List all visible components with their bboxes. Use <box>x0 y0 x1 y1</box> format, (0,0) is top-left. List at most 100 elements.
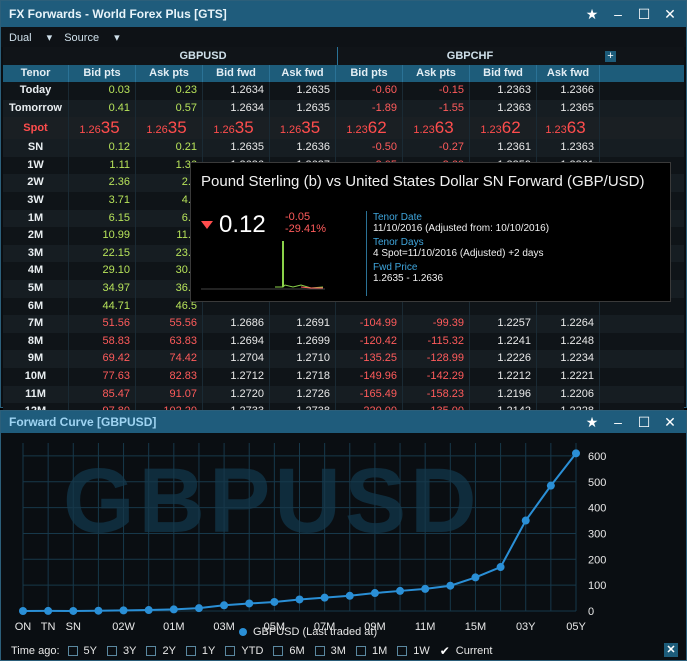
close-panel-icon[interactable]: ✕ <box>664 643 678 657</box>
quote-cell[interactable]: 1.2363 <box>537 139 600 157</box>
quote-cell[interactable]: -0.15 <box>403 82 470 100</box>
quote-cell[interactable]: 1.2710 <box>270 350 336 368</box>
table-row[interactable]: Tomorrow 0.41 0.57 1.2634 1.2635 -1.89 -1.55 1.… <box>3 99 684 118</box>
quote-cell[interactable]: 1.2361 <box>470 139 537 157</box>
quote-cell[interactable]: -0.27 <box>403 139 470 157</box>
quote-cell[interactable]: 1.2248 <box>537 332 600 351</box>
time-ago-option[interactable]: ✔ Current <box>440 644 493 658</box>
quote-cell[interactable]: 1.2196 <box>470 385 537 404</box>
checkbox[interactable] <box>355 646 366 656</box>
checkbox[interactable] <box>67 646 78 656</box>
quote-cell[interactable]: -149.96 <box>336 367 403 386</box>
time-ago-option[interactable]: 1M <box>355 645 387 657</box>
table-row[interactable]: 11M 85.47 91.07 1.2720 1.2726 -165.49 -158.23 1… <box>3 385 684 404</box>
table-row[interactable]: 8M 58.83 63.83 1.2694 1.2699 -120.42 -115.32 1.… <box>3 332 684 351</box>
quote-cell[interactable]: -128.99 <box>403 350 470 368</box>
data-point[interactable] <box>169 605 178 614</box>
data-point[interactable] <box>496 563 505 572</box>
time-ago-option[interactable]: 5Y <box>67 645 97 657</box>
quote-cell[interactable]: -142.29 <box>403 367 470 386</box>
column-header[interactable]: Ask fwd <box>537 65 600 82</box>
forward-curve-chart[interactable]: 0100200300400500600ON TN SN 02W 01M 03M 05M 07M… <box>1 433 686 633</box>
quote-cell[interactable]: -115.32 <box>403 332 470 351</box>
data-point[interactable] <box>370 589 379 598</box>
column-header[interactable]: Bid fwd <box>470 65 537 82</box>
data-point[interactable] <box>546 481 555 490</box>
column-header[interactable]: Bid pts <box>336 65 403 82</box>
quote-cell[interactable]: 1.2363 <box>470 82 537 100</box>
quote-cell[interactable]: 1.2362 <box>470 117 537 140</box>
quote-cell[interactable]: 0.21 <box>136 139 203 157</box>
quote-cell[interactable]: 1.2206 <box>537 385 600 404</box>
column-header[interactable]: Tenor <box>3 65 69 82</box>
quote-cell[interactable]: 1.2365 <box>537 99 600 118</box>
quote-cell[interactable]: 0.41 <box>69 99 136 118</box>
quote-cell[interactable]: 22.15 <box>69 244 136 263</box>
quote-cell[interactable]: 1.2636 <box>270 139 336 157</box>
data-point[interactable] <box>194 604 203 613</box>
quote-cell[interactable]: 1.2257 <box>470 315 537 333</box>
column-header[interactable]: Ask fwd <box>270 65 336 82</box>
checkmark-icon[interactable]: ✔ <box>440 644 450 658</box>
data-point[interactable] <box>572 449 580 458</box>
quote-cell[interactable]: 1.2241 <box>470 332 537 351</box>
data-point[interactable] <box>245 599 254 608</box>
quote-cell[interactable]: -104.99 <box>336 315 403 333</box>
quote-cell[interactable]: 0.12 <box>69 139 136 157</box>
quote-cell[interactable]: 1.2704 <box>203 350 270 368</box>
data-point[interactable] <box>521 516 530 525</box>
time-ago-option[interactable]: 1Y <box>185 645 215 657</box>
quote-cell[interactable]: 1.2634 <box>203 99 270 118</box>
quote-cell[interactable]: 1.2635 <box>270 99 336 118</box>
quote-cell[interactable]: 1.2264 <box>537 315 600 333</box>
quote-cell[interactable]: 1.2635 <box>136 117 203 140</box>
column-header[interactable]: Ask pts <box>136 65 203 82</box>
table-row[interactable]: 10M 77.63 82.83 1.2712 1.2718 -149.96 -142.29 1… <box>3 367 684 386</box>
quote-cell[interactable]: 10.99 <box>69 227 136 245</box>
column-header[interactable]: Bid fwd <box>203 65 270 82</box>
quote-cell[interactable]: 1.2718 <box>270 367 336 386</box>
quote-cell[interactable]: 34.97 <box>69 279 136 298</box>
quote-cell[interactable]: 1.2212 <box>470 367 537 386</box>
menu-source[interactable]: Source ▾ <box>64 31 119 44</box>
maximize-icon[interactable]: ☐ <box>636 6 652 22</box>
maximize-icon[interactable]: ☐ <box>636 414 652 430</box>
quote-cell[interactable]: 1.2366 <box>537 82 600 100</box>
quote-cell[interactable]: -0.50 <box>336 139 403 157</box>
quote-cell[interactable]: 51.56 <box>69 315 136 333</box>
quote-cell[interactable]: 44.71 <box>69 297 136 316</box>
time-ago-option[interactable]: 2Y <box>146 645 176 657</box>
quote-cell[interactable]: -120.42 <box>336 332 403 351</box>
close-icon[interactable]: ✕ <box>662 414 678 430</box>
quote-cell[interactable]: 1.2699 <box>270 332 336 351</box>
data-point[interactable] <box>144 606 153 615</box>
quote-cell[interactable]: 1.2635 <box>270 117 336 140</box>
star-icon[interactable]: ★ <box>584 6 600 22</box>
quote-cell[interactable]: 0.03 <box>69 82 136 100</box>
quote-cell[interactable]: 0.57 <box>136 99 203 118</box>
checkbox[interactable] <box>273 646 284 656</box>
quote-cell[interactable]: 29.10 <box>69 262 136 280</box>
quote-cell[interactable]: 0.23 <box>136 82 203 100</box>
quote-cell[interactable]: 55.56 <box>136 315 203 333</box>
quote-cell[interactable]: 1.2634 <box>203 82 270 100</box>
time-ago-option[interactable]: 3Y <box>106 645 136 657</box>
quote-cell[interactable]: 82.83 <box>136 367 203 386</box>
checkbox[interactable] <box>225 646 236 656</box>
data-point[interactable] <box>69 606 78 615</box>
data-point[interactable] <box>320 593 329 602</box>
quote-cell[interactable]: 1.2691 <box>270 315 336 333</box>
quote-cell[interactable]: 1.2363 <box>537 117 600 140</box>
table-row[interactable]: Today 0.03 0.23 1.2634 1.2635 -0.60 -0.15 1.236… <box>3 82 684 100</box>
quote-cell[interactable]: 85.47 <box>69 385 136 404</box>
quote-cell[interactable]: 74.42 <box>136 350 203 368</box>
time-ago-option[interactable]: 6M <box>273 645 305 657</box>
quote-cell[interactable]: 1.2363 <box>403 117 470 140</box>
quote-cell[interactable]: 1.2226 <box>470 350 537 368</box>
data-point[interactable] <box>295 595 304 604</box>
column-header[interactable]: Bid pts <box>69 65 136 82</box>
checkbox[interactable] <box>314 646 325 656</box>
data-point[interactable] <box>421 584 430 593</box>
quote-cell[interactable]: -1.89 <box>336 99 403 118</box>
quote-cell[interactable]: 1.2686 <box>203 315 270 333</box>
